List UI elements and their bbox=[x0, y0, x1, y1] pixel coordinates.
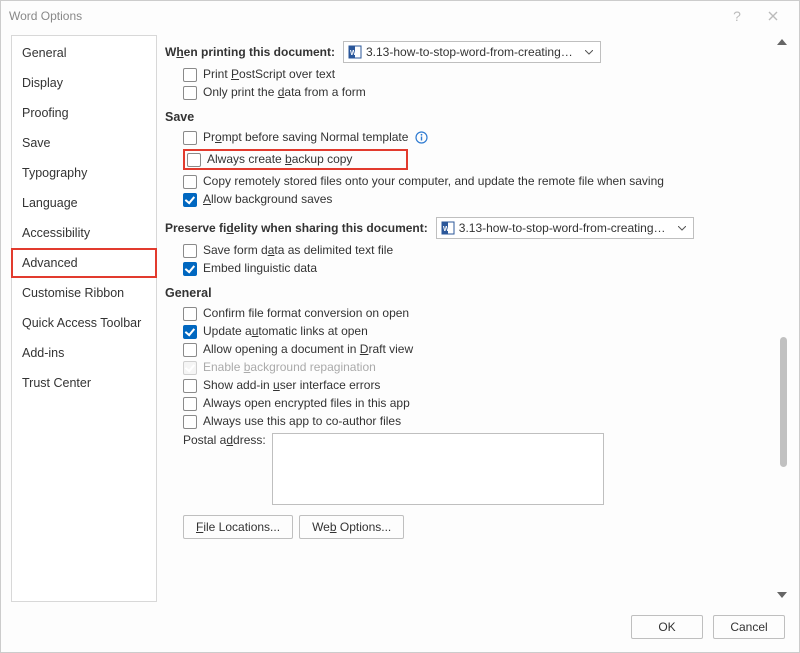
sidebar-item-quick-access-toolbar[interactable]: Quick Access Toolbar bbox=[12, 308, 156, 338]
sidebar-item-add-ins[interactable]: Add-ins bbox=[12, 338, 156, 368]
scrollbar-thumb[interactable] bbox=[780, 337, 787, 467]
postal-address-row: Postal address: bbox=[183, 433, 771, 505]
close-button[interactable] bbox=[755, 4, 791, 28]
checkbox-label: Show add-in user interface errors bbox=[203, 378, 380, 392]
file-locations-button[interactable]: File Locations... bbox=[183, 515, 293, 539]
checkbox-confirm-conversion[interactable]: Confirm file format conversion on open bbox=[183, 306, 771, 321]
section-title-general: General bbox=[165, 286, 771, 300]
help-button[interactable]: ? bbox=[719, 4, 755, 28]
chevron-down-icon bbox=[675, 218, 689, 238]
info-icon[interactable] bbox=[414, 130, 428, 144]
checkbox-allow-draft-view[interactable]: Allow opening a document in Draft view bbox=[183, 342, 771, 357]
fidelity-document-name: 3.13-how-to-stop-word-from-creating-b... bbox=[459, 221, 667, 235]
checkbox-box bbox=[183, 343, 197, 357]
dialog-body: General Display Proofing Save Typography… bbox=[1, 31, 799, 608]
printing-document-name: 3.13-how-to-stop-word-from-creating-b... bbox=[366, 45, 574, 59]
checkbox-box bbox=[183, 325, 197, 339]
checkbox-copy-remote[interactable]: Copy remotely stored files onto your com… bbox=[183, 174, 771, 189]
web-options-button[interactable]: Web Options... bbox=[299, 515, 404, 539]
fidelity-document-select[interactable]: W 3.13-how-to-stop-word-from-creating-b.… bbox=[436, 217, 694, 239]
checkbox-label: Always use this app to co-author files bbox=[203, 414, 401, 428]
svg-text:W: W bbox=[443, 226, 450, 233]
checkbox-label: Save form data as delimited text file bbox=[203, 243, 393, 257]
sidebar-item-language[interactable]: Language bbox=[12, 188, 156, 218]
checkbox-box bbox=[183, 262, 197, 276]
sidebar-item-display[interactable]: Display bbox=[12, 68, 156, 98]
checkbox-label: Confirm file format conversion on open bbox=[203, 306, 409, 320]
section-title-save: Save bbox=[165, 110, 771, 124]
scroll-down-arrow[interactable] bbox=[777, 592, 787, 598]
sidebar: General Display Proofing Save Typography… bbox=[11, 35, 157, 602]
sidebar-item-trust-center[interactable]: Trust Center bbox=[12, 368, 156, 398]
checkbox-box bbox=[187, 153, 201, 167]
checkbox-addin-ui-errors[interactable]: Show add-in user interface errors bbox=[183, 378, 771, 393]
postal-address-input[interactable] bbox=[272, 433, 604, 505]
window-title: Word Options bbox=[9, 9, 719, 23]
scroll-up-arrow[interactable] bbox=[777, 39, 787, 45]
checkbox-box bbox=[183, 86, 197, 100]
ok-button[interactable]: OK bbox=[631, 615, 703, 639]
checkbox-box bbox=[183, 397, 197, 411]
printing-document-label: When printing this document: bbox=[165, 45, 335, 59]
checkbox-label: Prompt before saving Normal template bbox=[203, 130, 408, 144]
checkbox-bg-repagination: Enable background repagination bbox=[183, 360, 771, 375]
checkbox-label: Allow opening a document in Draft view bbox=[203, 342, 413, 356]
checkbox-label: Print PostScript over text bbox=[203, 67, 335, 81]
checkbox-box bbox=[183, 415, 197, 429]
checkbox-prompt-normal[interactable]: Prompt before saving Normal template bbox=[183, 130, 771, 145]
checkbox-label: Always open encrypted files in this app bbox=[203, 396, 410, 410]
checkbox-embed-linguistic[interactable]: Embed linguistic data bbox=[183, 261, 771, 276]
sidebar-item-proofing[interactable]: Proofing bbox=[12, 98, 156, 128]
checkbox-box bbox=[183, 68, 197, 82]
checkbox-box bbox=[183, 193, 197, 207]
checkbox-label: Embed linguistic data bbox=[203, 261, 317, 275]
svg-text:W: W bbox=[350, 50, 357, 57]
sidebar-item-general[interactable]: General bbox=[12, 38, 156, 68]
word-options-dialog: Word Options ? General Display Proofing … bbox=[0, 0, 800, 653]
checkbox-always-backup[interactable]: Always create backup copy bbox=[187, 152, 352, 167]
advanced-content: When printing this document: W 3.13-how-… bbox=[165, 35, 789, 602]
checkbox-coauthor[interactable]: Always use this app to co-author files bbox=[183, 414, 771, 429]
checkbox-box bbox=[183, 307, 197, 321]
titlebar: Word Options ? bbox=[1, 1, 799, 31]
checkbox-save-form-data[interactable]: Save form data as delimited text file bbox=[183, 243, 771, 258]
checkbox-allow-bg-saves[interactable]: Allow background saves bbox=[183, 192, 771, 207]
sidebar-item-save[interactable]: Save bbox=[12, 128, 156, 158]
checkbox-update-auto-links[interactable]: Update automatic links at open bbox=[183, 324, 771, 339]
cancel-button[interactable]: Cancel bbox=[713, 615, 785, 639]
checkbox-box bbox=[183, 175, 197, 189]
checkbox-box bbox=[183, 244, 197, 258]
highlight-backup-copy: Always create backup copy bbox=[183, 149, 408, 170]
sidebar-item-typography[interactable]: Typography bbox=[12, 158, 156, 188]
word-document-icon: W bbox=[348, 45, 362, 59]
fidelity-label: Preserve fidelity when sharing this docu… bbox=[165, 221, 428, 235]
checkbox-label: Allow background saves bbox=[203, 192, 332, 206]
content-area: When printing this document: W 3.13-how-… bbox=[165, 35, 789, 602]
checkbox-open-encrypted[interactable]: Always open encrypted files in this app bbox=[183, 396, 771, 411]
checkbox-box bbox=[183, 131, 197, 145]
chevron-down-icon bbox=[582, 42, 596, 62]
vertical-scrollbar[interactable] bbox=[775, 37, 789, 600]
postal-address-label: Postal address: bbox=[183, 433, 266, 447]
sidebar-item-customise-ribbon[interactable]: Customise Ribbon bbox=[12, 278, 156, 308]
checkbox-label: Update automatic links at open bbox=[203, 324, 368, 338]
checkbox-label: Copy remotely stored files onto your com… bbox=[203, 174, 664, 188]
dialog-footer: OK Cancel bbox=[1, 608, 799, 652]
checkbox-box bbox=[183, 379, 197, 393]
checkbox-label: Only print the data from a form bbox=[203, 85, 366, 99]
buttons-row: File Locations... Web Options... bbox=[183, 515, 771, 539]
sidebar-item-accessibility[interactable]: Accessibility bbox=[12, 218, 156, 248]
fidelity-row: Preserve fidelity when sharing this docu… bbox=[165, 217, 771, 239]
checkbox-label: Always create backup copy bbox=[207, 152, 352, 166]
word-document-icon: W bbox=[441, 221, 455, 235]
checkbox-box bbox=[183, 361, 197, 375]
printing-document-row: When printing this document: W 3.13-how-… bbox=[165, 41, 771, 63]
sidebar-item-advanced[interactable]: Advanced bbox=[11, 248, 157, 278]
printing-document-select[interactable]: W 3.13-how-to-stop-word-from-creating-b.… bbox=[343, 41, 601, 63]
checkbox-print-postscript[interactable]: Print PostScript over text bbox=[183, 67, 771, 82]
checkbox-only-print-data[interactable]: Only print the data from a form bbox=[183, 85, 771, 100]
checkbox-label: Enable background repagination bbox=[203, 360, 376, 374]
